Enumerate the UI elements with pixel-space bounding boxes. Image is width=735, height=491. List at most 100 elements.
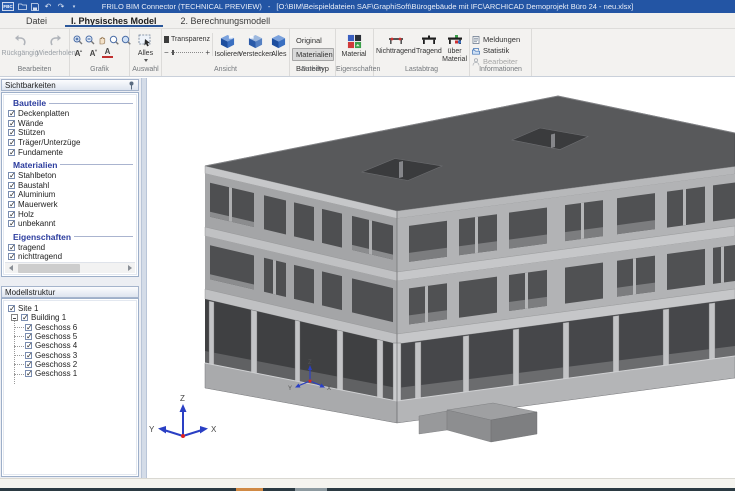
font-color-button[interactable]: A — [102, 48, 113, 58]
meldungen-label: Meldungen — [483, 35, 520, 44]
tree-node-building[interactable]: Building 1 — [4, 313, 136, 322]
tree-node-geschoss-6[interactable]: Geschoss 6 — [4, 323, 136, 332]
visibility-checkbox-tragend[interactable]: tragend — [4, 243, 136, 253]
checkbox-icon — [25, 361, 32, 368]
tree-node-geschoss-4[interactable]: Geschoss 4 — [4, 341, 136, 350]
checkbox-icon — [8, 182, 15, 189]
frilo-bim-connector-window: FBC ↶ ↷ ▾ FRILO BIM Connector (TECHNICAL… — [0, 0, 735, 491]
scrollbar-track[interactable] — [16, 264, 124, 273]
visibility-checkbox-nichttragend[interactable]: nichttragend — [4, 252, 136, 262]
slider-track[interactable] — [171, 50, 204, 55]
scrollbar-thumb[interactable] — [18, 264, 80, 273]
meldungen-button[interactable]: Meldungen — [472, 35, 529, 44]
section-heading: Eigenschaften — [13, 232, 71, 242]
bearbeiter-button[interactable]: Bearbeiter — [472, 57, 529, 66]
pin-icon[interactable] — [128, 81, 135, 90]
visibility-panel-title: Sichtbarkeiten — [5, 81, 56, 90]
tree-node-geschoss-5[interactable]: Geschoss 5 — [4, 332, 136, 341]
tree-node-label: Site 1 — [18, 304, 38, 313]
statistics-icon — [472, 47, 480, 55]
tree-node-geschoss-2[interactable]: Geschoss 2 — [4, 360, 136, 369]
tree-node-label: Geschoss 2 — [35, 360, 77, 369]
tab-berechnungsmodell[interactable]: 2. Berechnungsmodell — [169, 13, 283, 28]
visibility-checkbox-holz[interactable]: Holz — [4, 209, 136, 219]
window-title-app: FRILO BIM Connector (TECHNICAL PREVIEW) — [102, 2, 262, 11]
roof-opening-post — [399, 161, 403, 178]
isolate-button[interactable]: Isolieren — [215, 31, 241, 59]
tragend-button[interactable]: Tragend — [416, 31, 442, 56]
ueber-material-button[interactable]: über Material — [442, 31, 467, 64]
checkbox-icon — [25, 370, 32, 377]
nichttragend-button[interactable]: Nichttragend — [376, 31, 416, 56]
visibility-checkbox-aluminium[interactable]: Aluminium — [4, 190, 136, 200]
select-all-label: Alles — [138, 50, 153, 58]
visibility-checkbox-deckenplatten[interactable]: Deckenplatten — [4, 109, 136, 119]
tree-node-label: Geschoss 6 — [35, 323, 77, 332]
select-all-button[interactable]: Alles — [132, 31, 159, 62]
statistik-button[interactable]: Statistik — [472, 46, 529, 55]
visibility-checkbox-stuetzen[interactable]: Stützen — [4, 128, 136, 138]
redo-arrow-icon — [48, 34, 64, 48]
visibility-checkbox-unbekannt[interactable]: unbekannt — [4, 219, 136, 229]
main-content: Sichtbarkeiten Bauteile Deckenplatten Wä… — [0, 78, 735, 478]
tree-node-label: Building 1 — [31, 313, 66, 322]
visibility-checkbox-waende[interactable]: Wände — [4, 119, 136, 129]
tree-node-label: Geschoss 3 — [35, 351, 77, 360]
colors-original-button[interactable]: Original — [292, 34, 334, 47]
horizontal-scrollbar[interactable] — [5, 262, 135, 273]
font-increase-button[interactable]: A▲ — [72, 49, 83, 58]
group-label-ansicht: Ansicht — [162, 66, 289, 76]
visibility-checkbox-mauerwerk[interactable]: Mauerwerk — [4, 200, 136, 210]
slider-minus[interactable]: − — [164, 48, 169, 57]
ribbon-group-eigenschaften: Material Eigenschaften — [336, 29, 374, 76]
ribbon-group-auswahl: Alles Auswahl — [130, 29, 162, 76]
tree-node-site[interactable]: Site 1 — [4, 304, 136, 313]
group-label-bearbeiten: Bearbeiten — [0, 66, 69, 76]
ribbon-group-farben: Original Materialien Bauteiltyp Farben — [290, 29, 336, 76]
section-eigenschaften: Eigenschaften — [4, 231, 136, 243]
visibility-panel-header: Sichtbarkeiten — [1, 79, 139, 91]
zoom-out-button[interactable] — [84, 34, 95, 45]
zoom-in-button[interactable] — [72, 34, 83, 45]
checkbox-icon — [8, 172, 15, 179]
show-all-label: Alles — [271, 51, 286, 59]
tree-node-geschoss-3[interactable]: Geschoss 3 — [4, 350, 136, 359]
slider-thumb[interactable] — [172, 50, 174, 55]
model-viewport-3d[interactable]: Z Y X Z Y X — [147, 78, 735, 478]
redo-ribbon-button[interactable]: Wiederholen — [38, 31, 74, 58]
tree-node-geschoss-1[interactable]: Geschoss 1 — [4, 369, 136, 378]
slider-plus[interactable]: + — [205, 48, 210, 57]
material-properties-button[interactable]: Material — [338, 31, 370, 59]
visibility-checkbox-baustahl[interactable]: Baustahl — [4, 181, 136, 191]
visibility-checkbox-stahlbeton[interactable]: Stahlbeton — [4, 171, 136, 181]
tab-physisches-model[interactable]: I. Physisches Model — [59, 13, 169, 28]
checkbox-icon — [25, 333, 32, 340]
tree-collapse-toggle[interactable] — [11, 314, 18, 321]
tree-node-label: Geschoss 5 — [35, 332, 77, 341]
tab-datei[interactable]: Datei — [14, 13, 59, 28]
font-decrease-button[interactable]: A▼ — [87, 49, 98, 58]
tree-node-label: Geschoss 1 — [35, 369, 77, 378]
transparency-slider[interactable]: − + — [164, 48, 210, 57]
nichttragend-label: Nichttragend — [376, 48, 416, 56]
zoom-window-button[interactable] — [108, 34, 119, 45]
undo-ribbon-button[interactable]: Rückgängig — [2, 31, 38, 58]
checkbox-icon — [8, 149, 15, 156]
colors-materialien-button[interactable]: Materialien — [292, 48, 334, 61]
scroll-right-button[interactable] — [124, 263, 135, 274]
section-materialien: Materialien — [4, 159, 136, 171]
scroll-left-button[interactable] — [5, 263, 16, 274]
transparency-icon — [164, 36, 169, 43]
visibility-checkbox-traeger[interactable]: Träger/Unterzüge — [4, 138, 136, 148]
show-all-button[interactable]: Alles — [271, 31, 287, 59]
pan-button[interactable] — [96, 34, 107, 45]
ribbon-tab-bar: Datei I. Physisches Model 2. Berechnungs… — [0, 13, 735, 29]
hide-button[interactable]: Verstecken — [241, 31, 271, 59]
checkbox-icon — [25, 324, 32, 331]
status-strip — [0, 478, 735, 488]
select-all-dropdown-caret — [144, 59, 148, 62]
window-title: FRILO BIM Connector (TECHNICAL PREVIEW)-… — [0, 2, 735, 11]
transparency-control: Transparenz − + — [164, 31, 210, 57]
marquee-select-icon — [138, 34, 153, 48]
visibility-checkbox-fundamente[interactable]: Fundamente — [4, 147, 136, 157]
